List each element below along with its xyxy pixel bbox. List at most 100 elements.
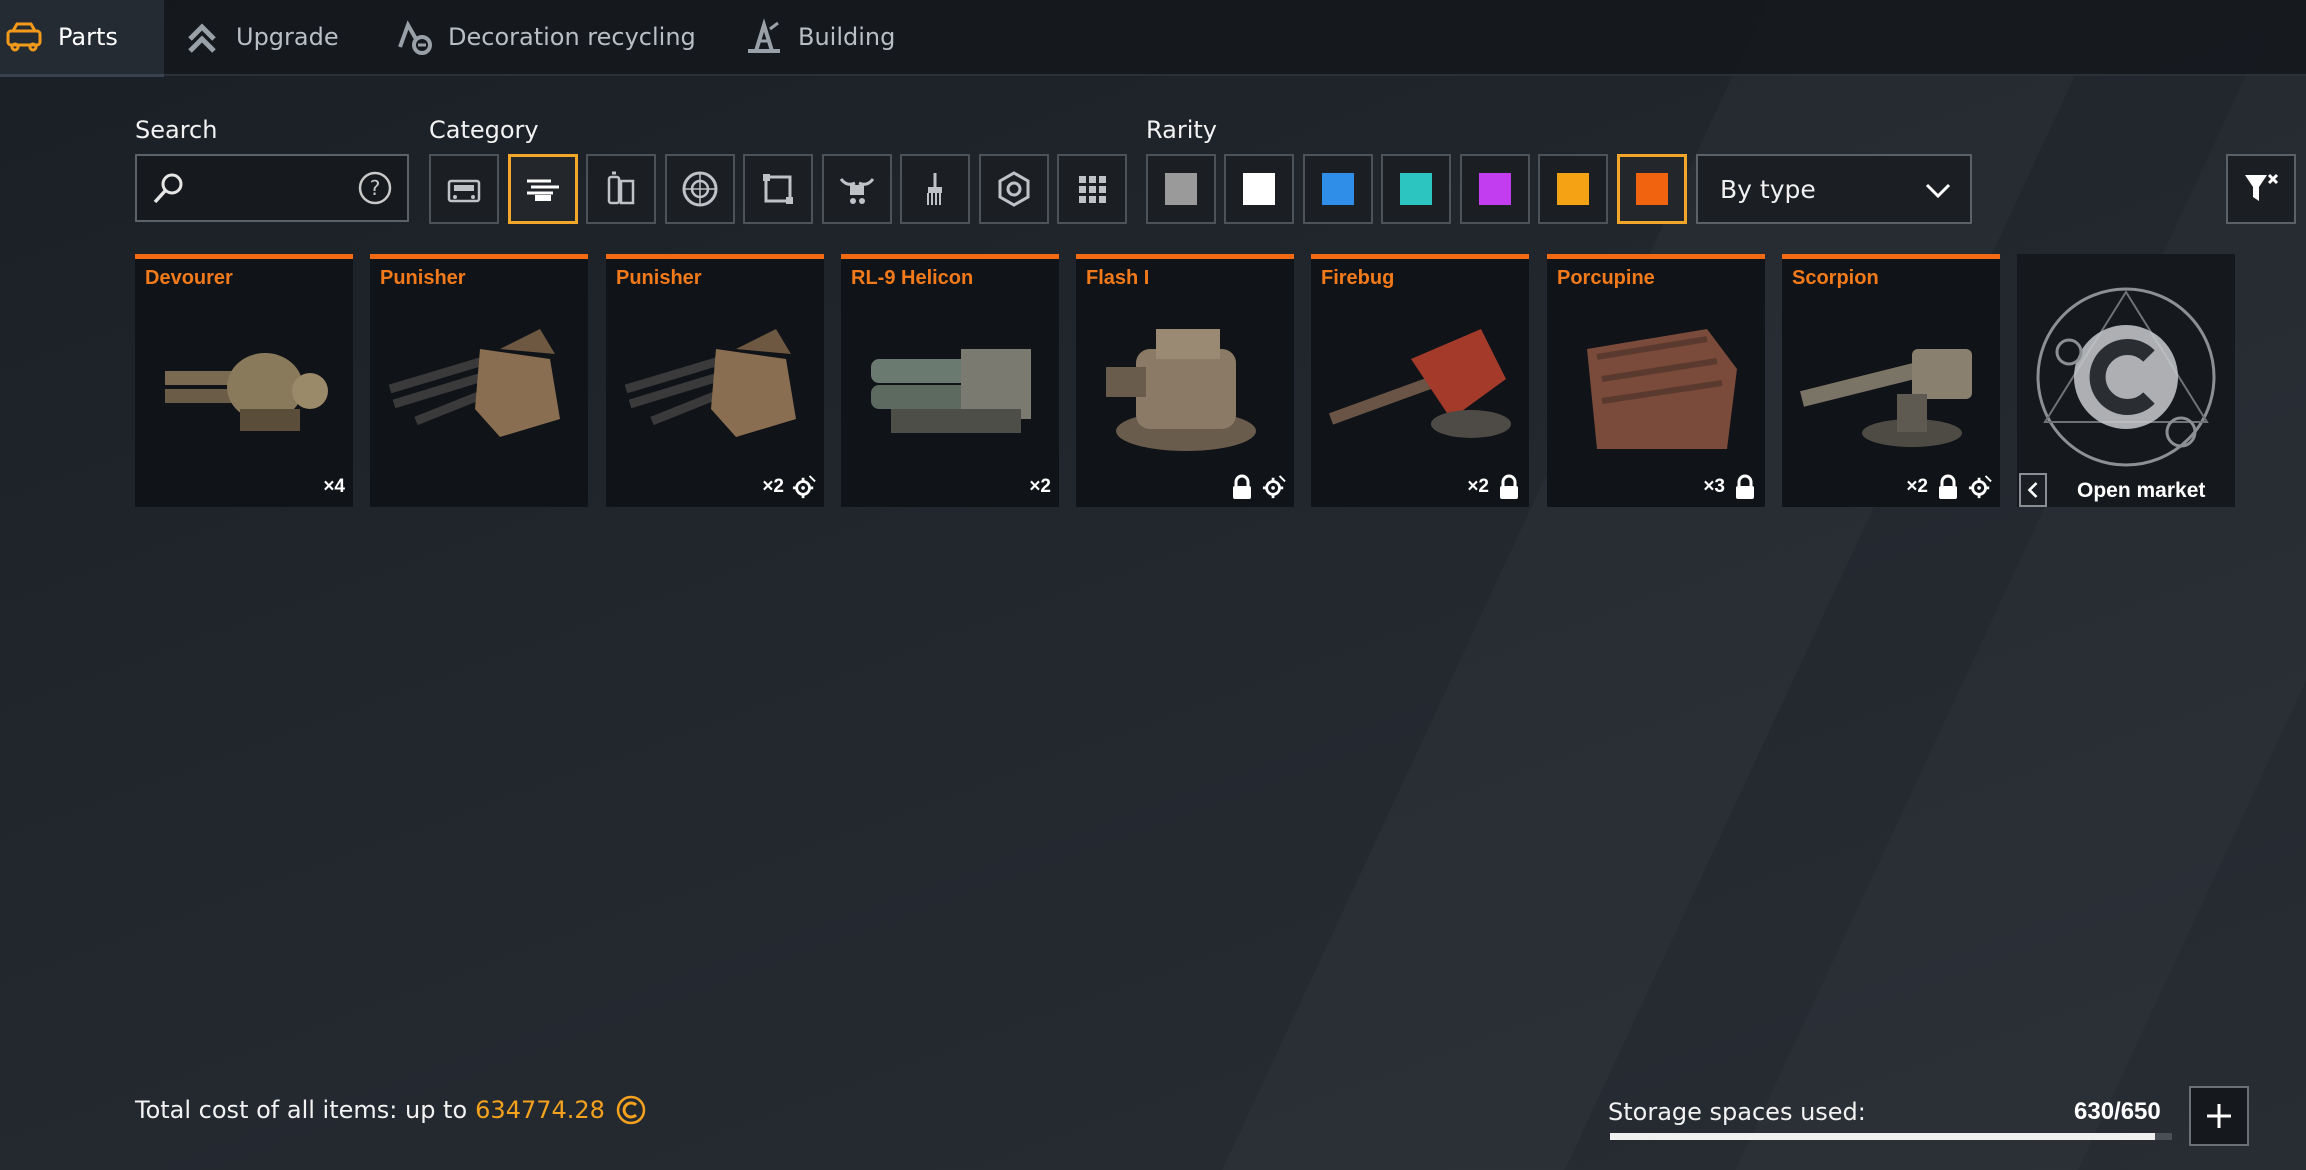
svg-text:?: ? — [370, 176, 381, 200]
category-gear-button[interactable] — [979, 154, 1049, 224]
rarity-swatch — [1636, 173, 1668, 205]
item-name: Firebug — [1321, 267, 1395, 289]
item-badges: ×2 — [1029, 473, 1051, 501]
storage-progress-bar — [1610, 1133, 2172, 1140]
car-icon — [4, 17, 44, 57]
item-name: Punisher — [380, 267, 466, 289]
chevron-down-icon — [1925, 183, 1951, 199]
gear-icon — [1262, 475, 1286, 499]
item-badges: ×3 — [1703, 473, 1757, 501]
add-storage-button[interactable] — [2189, 1086, 2249, 1146]
rarity-epic-button[interactable] — [1460, 154, 1530, 224]
rarity-rare-button[interactable] — [1303, 154, 1373, 224]
clear-filters-button[interactable] — [2226, 154, 2296, 224]
tab-building[interactable]: Building — [744, 0, 895, 74]
open-market-label: Open market — [2077, 479, 2206, 502]
rarity-swatch — [1165, 173, 1197, 205]
tab-decoration-recycling[interactable]: Decoration recycling — [394, 0, 696, 74]
sort-value: By type — [1720, 174, 1816, 204]
item-card[interactable]: Firebug ×2 — [1311, 254, 1529, 507]
rarity-uncommon-button[interactable] — [1224, 154, 1294, 224]
search-input[interactable] — [195, 166, 349, 212]
tab-building-label: Building — [798, 23, 896, 51]
category-frames-button[interactable] — [743, 154, 813, 224]
cannon-icon — [624, 329, 796, 437]
item-card[interactable]: Punisher — [370, 254, 588, 507]
turret-icon — [1106, 329, 1256, 451]
chevron-left-icon[interactable] — [2019, 473, 2047, 507]
gatling-gun-icon — [165, 353, 328, 431]
flamethrower-icon — [1328, 329, 1511, 438]
item-card[interactable]: RL-9 Helicon ×2 — [841, 254, 1059, 507]
item-name: RL-9 Helicon — [851, 267, 974, 289]
item-card[interactable]: Porcupine ×3 — [1547, 254, 1765, 507]
category-weapons-button[interactable] — [508, 154, 578, 224]
storage-value: 630/650 — [2074, 1098, 2161, 1125]
car-body-icon — [447, 179, 481, 203]
artillery-icon — [1800, 349, 1972, 447]
item-card[interactable]: Punisher ×2 — [606, 254, 824, 507]
gear-icon — [1968, 475, 1992, 499]
rarity-label: Rarity — [1146, 116, 1218, 144]
total-cost: Total cost of all items: up to 634774.28 — [135, 1094, 647, 1126]
rarity-swatch — [1322, 173, 1354, 205]
item-badges: ×2 — [1467, 473, 1521, 501]
tab-parts-label: Parts — [58, 23, 118, 51]
item-name: Scorpion — [1792, 267, 1879, 289]
lock-icon — [1939, 474, 1957, 499]
rarity-swatch — [1479, 173, 1511, 205]
market-logo-icon — [2036, 287, 2216, 467]
decor-icon — [839, 178, 875, 204]
item-count: ×3 — [1703, 476, 1725, 497]
filter-clear-icon — [2245, 173, 2279, 201]
item-badges — [1222, 473, 1286, 501]
top-tab-bar: Parts Upgrade Decoration recycling Build… — [0, 0, 2306, 77]
search-label: Search — [135, 116, 218, 144]
rarity-special-button[interactable] — [1381, 154, 1451, 224]
sort-dropdown[interactable]: By type — [1696, 154, 1972, 224]
search-icon — [151, 170, 187, 206]
item-badges: ×4 — [323, 473, 345, 501]
gear-nut-icon — [998, 171, 1030, 207]
grid-all-icon — [1079, 176, 1106, 203]
rarity-swatch — [1557, 173, 1589, 205]
tab-parts[interactable]: Parts — [0, 0, 164, 77]
category-decor-button[interactable] — [822, 154, 892, 224]
coin-icon — [616, 1095, 646, 1125]
modules-icon — [607, 171, 635, 205]
rocket-launcher-icon — [871, 349, 1031, 433]
category-modules-button[interactable] — [586, 154, 656, 224]
armored-box-icon — [1587, 329, 1737, 449]
plus-icon — [2207, 1104, 2231, 1128]
chevrons-up-icon — [182, 17, 222, 57]
open-market-card[interactable]: Open market — [2017, 254, 2235, 507]
category-wheels-button[interactable] — [665, 154, 735, 224]
construction-icon — [744, 17, 784, 57]
rarity-relic-button[interactable] — [1617, 154, 1687, 224]
lock-icon — [1736, 474, 1754, 499]
storage-progress-fill — [1610, 1133, 2155, 1140]
category-label: Category — [429, 116, 539, 144]
help-icon[interactable]: ? — [357, 170, 393, 206]
item-name: Porcupine — [1557, 267, 1655, 289]
rarity-legendary-button[interactable] — [1538, 154, 1608, 224]
item-count: ×2 — [1467, 476, 1489, 497]
tab-upgrade-label: Upgrade — [236, 23, 339, 51]
item-name: Punisher — [616, 267, 702, 289]
weapons-icon — [527, 179, 559, 201]
recycle-icon — [394, 17, 434, 57]
item-card[interactable]: Flash I — [1076, 254, 1294, 507]
total-cost-label: Total cost of all items: up to — [135, 1096, 468, 1124]
tab-upgrade[interactable]: Upgrade — [182, 0, 339, 74]
category-car-body-button[interactable] — [429, 154, 499, 224]
item-card[interactable]: Scorpion ×2 — [1782, 254, 2000, 507]
rarity-common-button[interactable] — [1146, 154, 1216, 224]
wheel-icon — [682, 171, 718, 207]
category-paint-button[interactable] — [900, 154, 970, 224]
item-count: ×2 — [762, 476, 784, 497]
search-box: ? — [135, 154, 409, 222]
category-all-button[interactable] — [1057, 154, 1127, 224]
item-card[interactable]: Devourer ×4 — [135, 254, 353, 507]
rarity-swatch — [1400, 173, 1432, 205]
storage-label: Storage spaces used: — [1608, 1098, 1866, 1126]
